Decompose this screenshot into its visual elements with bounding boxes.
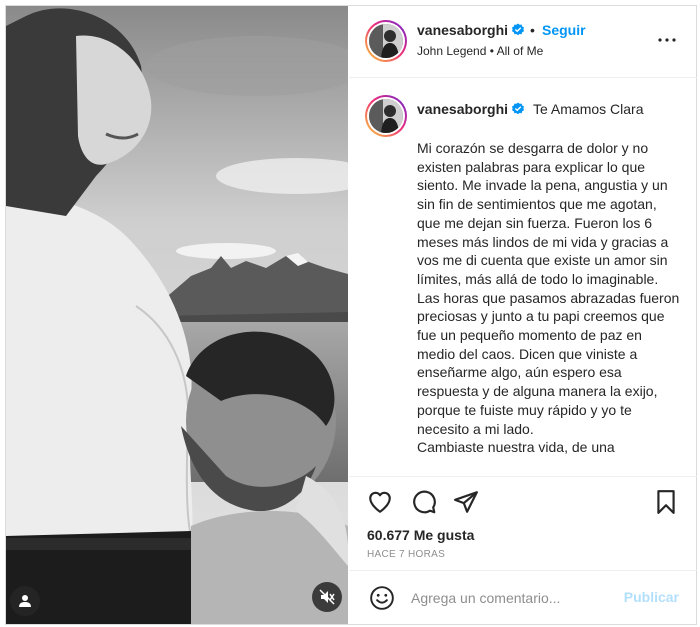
- caption-title: Te Amamos Clara: [533, 101, 644, 117]
- likes-count[interactable]: 60.677 Me gusta: [367, 527, 474, 543]
- user-tag-icon: [19, 595, 31, 607]
- header-username[interactable]: vanesaborghi: [417, 22, 525, 38]
- mute-button[interactable]: [312, 582, 342, 612]
- verified-badge-icon: [512, 23, 525, 36]
- audio-track-link[interactable]: John Legend • All of Me: [417, 44, 543, 58]
- avatar-image: [369, 99, 403, 133]
- caption-text: Mi corazón se desgarra de dolor y no exi…: [417, 140, 680, 456]
- header-separator: •: [530, 22, 535, 38]
- post-timestamp[interactable]: HACE 7 HORAS: [367, 549, 445, 560]
- comment-input[interactable]: [411, 585, 621, 611]
- caption-avatar[interactable]: [365, 95, 407, 137]
- post-caption: vanesaborghi Te Amamos Clara Mi corazón …: [349, 79, 697, 476]
- verified-badge-icon: [512, 102, 525, 115]
- bookmark-icon[interactable]: [653, 489, 679, 515]
- instagram-post: vanesaborghi • Seguir John Legend • All …: [5, 5, 697, 625]
- caption-username[interactable]: vanesaborghi: [417, 101, 525, 117]
- comment-box: Publicar: [349, 570, 697, 624]
- follow-button[interactable]: Seguir: [542, 22, 586, 38]
- post-actions: 60.677 Me gusta HACE 7 HORAS: [349, 476, 697, 570]
- share-icon[interactable]: [453, 489, 479, 515]
- avatar[interactable]: [365, 20, 407, 62]
- avatar-image: [369, 24, 403, 58]
- publish-button[interactable]: Publicar: [624, 589, 679, 605]
- comment-icon[interactable]: [411, 489, 437, 515]
- more-icon[interactable]: [655, 28, 679, 52]
- mute-icon: [319, 589, 335, 605]
- emoji-icon[interactable]: [369, 585, 395, 611]
- post-photo[interactable]: [6, 6, 348, 624]
- tag-button[interactable]: [10, 586, 40, 616]
- post-side-panel: vanesaborghi • Seguir John Legend • All …: [349, 6, 697, 624]
- heart-icon[interactable]: [367, 489, 393, 515]
- post-header: vanesaborghi • Seguir John Legend • All …: [349, 6, 697, 78]
- photo-image: [6, 6, 348, 624]
